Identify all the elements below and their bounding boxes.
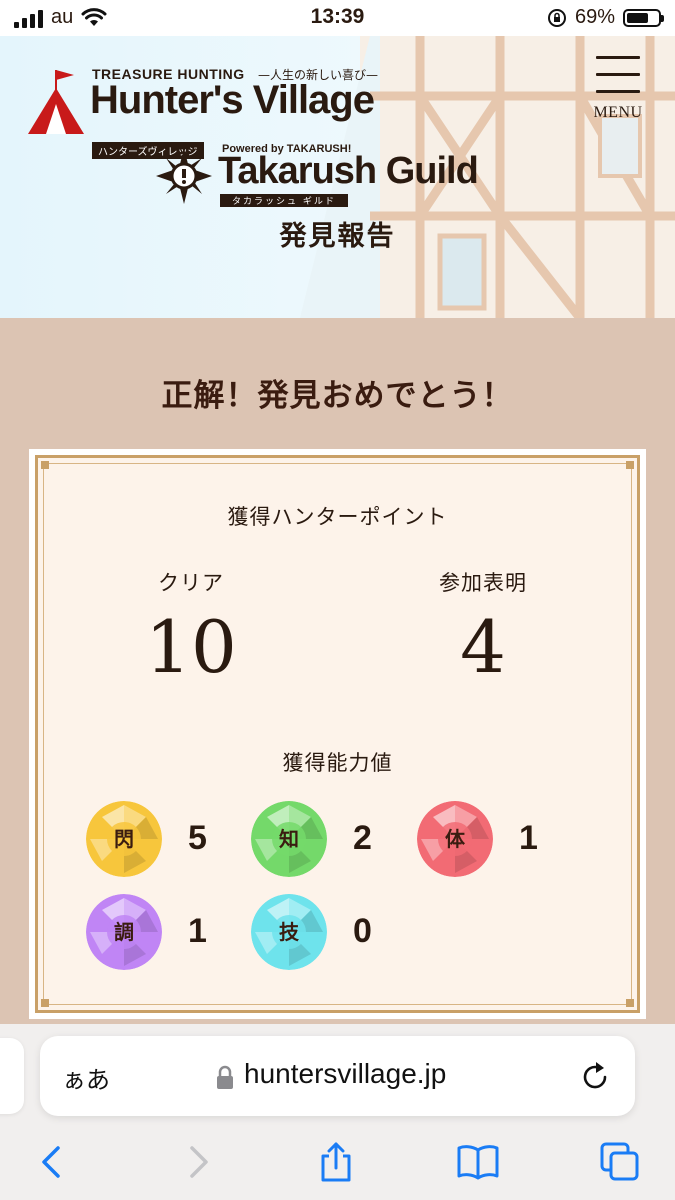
- frame-corner: [41, 461, 49, 469]
- tent-flag-icon: [28, 70, 84, 134]
- ability-value: 5: [188, 819, 207, 857]
- points-participation: 参加表明 4: [403, 567, 563, 687]
- address-bar[interactable]: ぁあ huntersvillage.jp: [40, 1036, 635, 1116]
- ability-value: 2: [353, 819, 372, 857]
- header-banner: TREASURE HUNTING —人生の新しい喜び— Hunter's Vil…: [0, 36, 675, 318]
- frame-corner: [41, 999, 49, 1007]
- hamburger-line: [596, 90, 640, 93]
- hamburger-line: [596, 56, 640, 59]
- page-title: 発見報告: [279, 221, 396, 252]
- menu-label: MENU: [593, 104, 643, 121]
- status-right: 69%: [547, 6, 664, 29]
- battery-icon: [623, 8, 664, 27]
- points-title: 獲得ハンターポイント: [227, 505, 448, 529]
- browser-toolbar: ぁあ huntersvillage.jp: [0, 1024, 675, 1200]
- text-size-button[interactable]: ぁあ: [62, 1060, 110, 1095]
- lock-icon: [217, 1065, 233, 1089]
- result-card: 獲得ハンターポイント クリア 10 参加表明 4 獲得能力値 閃 5 知 2 体…: [29, 449, 646, 1019]
- main-content: 正解！発見おめでとう！ 獲得ハンターポイント クリア 10 参加表明 4 獲得能…: [0, 318, 675, 1040]
- menu-button[interactable]: MENU: [590, 56, 646, 128]
- reload-icon[interactable]: [578, 1060, 612, 1094]
- guild-name: Takarush Guild: [218, 150, 479, 192]
- ability-char: 知: [279, 827, 299, 851]
- back-icon[interactable]: [30, 1140, 74, 1184]
- ability-value: 1: [188, 912, 207, 950]
- guild-kana: タカラッシュ ギルド: [220, 194, 348, 207]
- ability-value: 1: [519, 819, 538, 857]
- frame-corner: [626, 461, 634, 469]
- ability-stat: 技 0: [251, 894, 411, 970]
- ability-stat: 知 2: [251, 801, 411, 877]
- frame-corner: [626, 999, 634, 1007]
- share-icon[interactable]: [314, 1140, 358, 1184]
- battery-fill: [627, 12, 648, 23]
- points-clear: クリア 10: [111, 567, 271, 687]
- logo-name: Hunter's Village: [90, 78, 375, 122]
- ability-char: 体: [445, 827, 465, 851]
- status-bar: au 13:39 69%: [0, 0, 675, 36]
- ability-stat: 閃 5: [86, 801, 246, 877]
- points-label: クリア: [158, 571, 224, 595]
- bookmarks-icon[interactable]: [456, 1140, 500, 1184]
- compass-emblem-icon: [156, 148, 212, 204]
- ability-char: 閃: [114, 827, 134, 851]
- points-value: 10: [145, 605, 237, 689]
- takarush-guild-logo: Takarush Guild タカラッシュ ギルド: [156, 148, 516, 208]
- url-text[interactable]: huntersvillage.jp: [244, 1058, 446, 1090]
- battery-percent: 69%: [574, 6, 615, 28]
- tabs-icon[interactable]: [598, 1140, 642, 1184]
- ability-value: 0: [353, 912, 372, 950]
- abilities-title: 獲得能力値: [282, 751, 393, 775]
- points-value: 4: [460, 605, 506, 689]
- ability-char: 技: [279, 920, 299, 944]
- ability-stat: 体 1: [417, 801, 577, 877]
- ability-char: 調: [114, 920, 134, 944]
- ability-stat: 調 1: [86, 894, 246, 970]
- rotation-lock-icon: [547, 8, 566, 27]
- congrats-heading: 正解！発見おめでとう！: [161, 378, 514, 414]
- points-label: 参加表明: [439, 571, 527, 595]
- forward-icon[interactable]: [176, 1140, 220, 1184]
- previous-tab-preview[interactable]: [0, 1038, 24, 1114]
- hamburger-line: [596, 73, 640, 76]
